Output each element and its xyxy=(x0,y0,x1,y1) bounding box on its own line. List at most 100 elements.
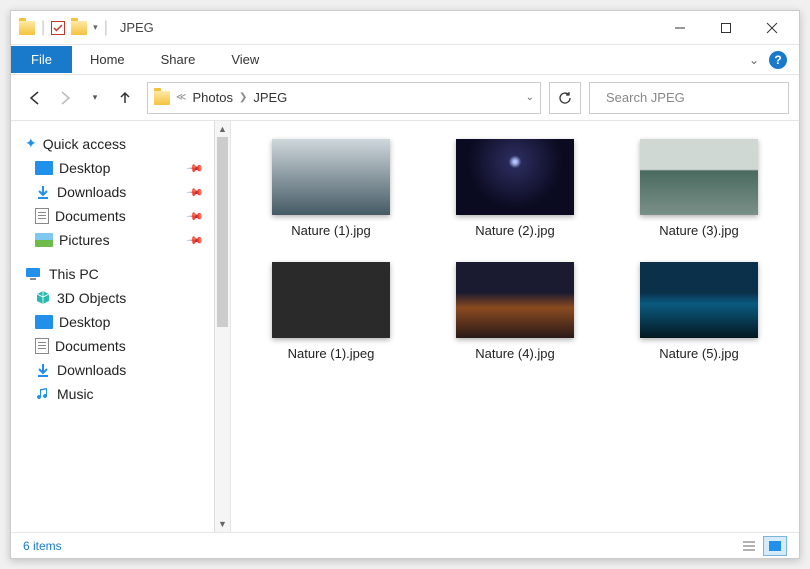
file-menu[interactable]: File xyxy=(11,46,72,73)
file-item[interactable]: Nature (1).jpeg xyxy=(251,262,411,361)
pin-icon: 📌 xyxy=(186,159,205,178)
file-item[interactable]: Nature (3).jpg xyxy=(619,139,779,238)
folder-icon xyxy=(154,91,170,105)
address-bar[interactable]: ≪ Photos ❯ JPEG ⌄ xyxy=(147,82,541,114)
window-controls xyxy=(657,12,795,44)
separator: | xyxy=(104,19,108,37)
sidebar-item-label: Desktop xyxy=(59,314,110,330)
file-name: Nature (5).jpg xyxy=(659,346,738,361)
file-name: Nature (2).jpg xyxy=(475,223,554,238)
file-item[interactable]: Nature (4).jpg xyxy=(435,262,595,361)
sidebar-item-label: Music xyxy=(57,386,94,402)
tab-share[interactable]: Share xyxy=(143,46,214,73)
scrollbar-thumb[interactable] xyxy=(217,137,228,327)
sidebar-item-3d-objects[interactable]: 3D Objects xyxy=(11,286,212,310)
thumbnails-view-button[interactable] xyxy=(763,536,787,556)
tab-home[interactable]: Home xyxy=(72,46,143,73)
sidebar-item-documents[interactable]: Documents xyxy=(11,334,212,358)
close-button[interactable] xyxy=(749,12,795,44)
file-name: Nature (1).jpg xyxy=(291,223,370,238)
navigation-pane: ✦ Quick access Desktop 📌 Downloads 📌 Doc… xyxy=(11,121,231,532)
recent-dropdown-icon[interactable]: ▾ xyxy=(85,88,105,108)
separator: | xyxy=(41,19,45,37)
tab-view[interactable]: View xyxy=(213,46,277,73)
download-icon xyxy=(35,184,51,200)
pin-icon: 📌 xyxy=(186,183,205,202)
sidebar-item-downloads[interactable]: Downloads xyxy=(11,358,212,382)
sidebar-item-label: Documents xyxy=(55,208,126,224)
sidebar-item-desktop[interactable]: Desktop xyxy=(11,310,212,334)
sidebar-item-label: Quick access xyxy=(43,136,126,152)
forward-button[interactable] xyxy=(55,88,75,108)
sidebar-item-desktop[interactable]: Desktop 📌 xyxy=(11,156,212,180)
file-item[interactable]: Nature (5).jpg xyxy=(619,262,779,361)
document-icon xyxy=(35,338,49,354)
download-icon xyxy=(35,362,51,378)
file-name: Nature (1).jpeg xyxy=(288,346,375,361)
breadcrumb[interactable]: JPEG xyxy=(253,90,287,105)
search-box[interactable] xyxy=(589,82,789,114)
item-count: 6 items xyxy=(23,539,62,553)
sidebar-quick-access[interactable]: ✦ Quick access xyxy=(11,131,212,156)
status-bar: 6 items xyxy=(11,532,799,558)
star-icon: ✦ xyxy=(25,135,37,152)
sidebar-item-label: 3D Objects xyxy=(57,290,126,306)
file-name: Nature (4).jpg xyxy=(475,346,554,361)
desktop-icon xyxy=(35,161,53,175)
music-icon xyxy=(35,386,51,402)
window-title: JPEG xyxy=(120,20,154,35)
maximize-button[interactable] xyxy=(703,12,749,44)
file-item[interactable]: Nature (1).jpg xyxy=(251,139,411,238)
sidebar-item-label: Desktop xyxy=(59,160,110,176)
sidebar-item-label: Pictures xyxy=(59,232,110,248)
sidebar-scrollbar[interactable]: ▲ ▼ xyxy=(214,121,230,532)
back-button[interactable] xyxy=(25,88,45,108)
details-view-button[interactable] xyxy=(737,536,761,556)
pc-icon xyxy=(25,266,43,282)
chevron-left-icon[interactable]: ≪ xyxy=(176,92,186,103)
file-thumbnail xyxy=(272,139,390,215)
sidebar-item-music[interactable]: Music xyxy=(11,382,212,406)
file-list: Nature (1).jpg Nature (2).jpg Nature (3).j… xyxy=(231,121,799,532)
pictures-icon xyxy=(35,233,53,247)
cube-icon xyxy=(35,290,51,306)
up-button[interactable] xyxy=(115,88,135,108)
sidebar-item-label: Documents xyxy=(55,338,126,354)
minimize-button[interactable] xyxy=(657,12,703,44)
sidebar-item-pictures[interactable]: Pictures 📌 xyxy=(11,228,212,252)
file-item[interactable]: Nature (2).jpg xyxy=(435,139,595,238)
scroll-up-icon[interactable]: ▲ xyxy=(215,121,230,137)
sidebar-item-label: Downloads xyxy=(57,184,126,200)
ribbon-expand-icon[interactable]: ⌄ xyxy=(749,53,759,67)
navigation-bar: ▾ ≪ Photos ❯ JPEG ⌄ xyxy=(11,75,799,121)
pin-icon: 📌 xyxy=(186,231,205,250)
file-thumbnail xyxy=(640,139,758,215)
help-icon[interactable]: ? xyxy=(769,51,787,69)
file-thumbnail xyxy=(456,262,574,338)
sidebar-this-pc[interactable]: This PC xyxy=(11,262,212,286)
folder-icon xyxy=(19,21,35,35)
document-icon xyxy=(35,208,49,224)
sidebar-item-label: Downloads xyxy=(57,362,126,378)
refresh-button[interactable] xyxy=(549,82,581,114)
breadcrumb[interactable]: Photos xyxy=(192,90,232,105)
quick-access-toolbar: | ▾ | JPEG xyxy=(15,19,154,37)
ribbon: File Home Share View ⌄ ? xyxy=(11,45,799,75)
folder-icon[interactable] xyxy=(71,21,87,35)
checklist-icon[interactable] xyxy=(51,21,65,35)
address-dropdown-icon[interactable]: ⌄ xyxy=(526,92,534,103)
explorer-window: | ▾ | JPEG File Home Share View ⌄ ? ▾ xyxy=(10,10,800,559)
file-thumbnail xyxy=(456,139,574,215)
titlebar: | ▾ | JPEG xyxy=(11,11,799,45)
sidebar-item-label: This PC xyxy=(49,266,99,282)
search-input[interactable] xyxy=(606,90,782,105)
sidebar-item-downloads[interactable]: Downloads 📌 xyxy=(11,180,212,204)
sidebar-item-documents[interactable]: Documents 📌 xyxy=(11,204,212,228)
file-thumbnail xyxy=(272,262,390,338)
pin-icon: 📌 xyxy=(186,207,205,226)
file-name: Nature (3).jpg xyxy=(659,223,738,238)
desktop-icon xyxy=(35,315,53,329)
qat-dropdown-icon[interactable]: ▾ xyxy=(93,22,98,33)
scroll-down-icon[interactable]: ▼ xyxy=(215,516,230,532)
chevron-right-icon: ❯ xyxy=(239,92,247,103)
